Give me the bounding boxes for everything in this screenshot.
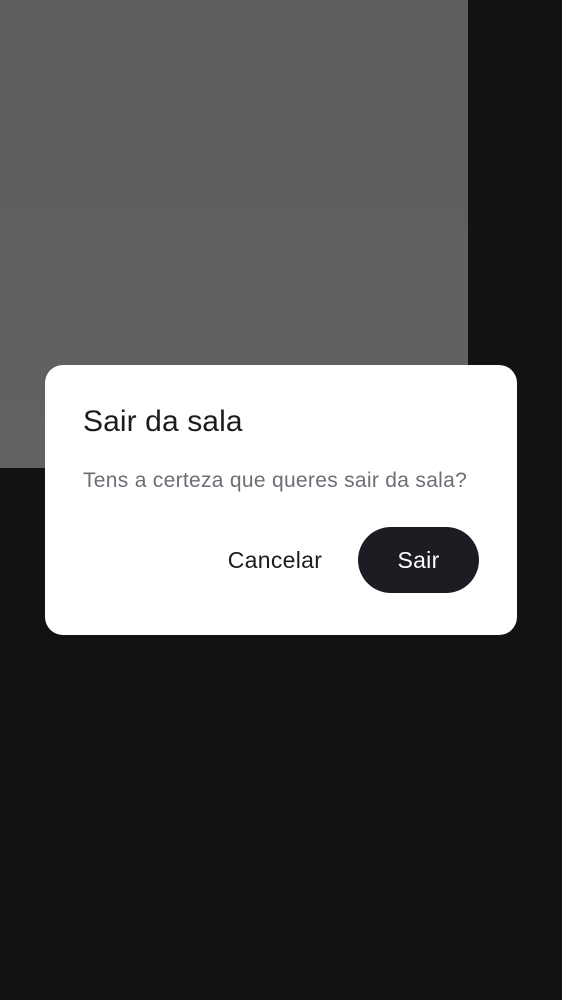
leave-room-button[interactable]: Sair	[358, 527, 479, 593]
dialog-title: Sair da sala	[83, 405, 243, 438]
cancel-button[interactable]: Cancelar	[215, 527, 335, 593]
dialog-message: Tens a certeza que queres sair da sala?	[83, 469, 468, 492]
leave-room-dialog: Sair da sala Tens a certeza que queres s…	[45, 365, 517, 635]
